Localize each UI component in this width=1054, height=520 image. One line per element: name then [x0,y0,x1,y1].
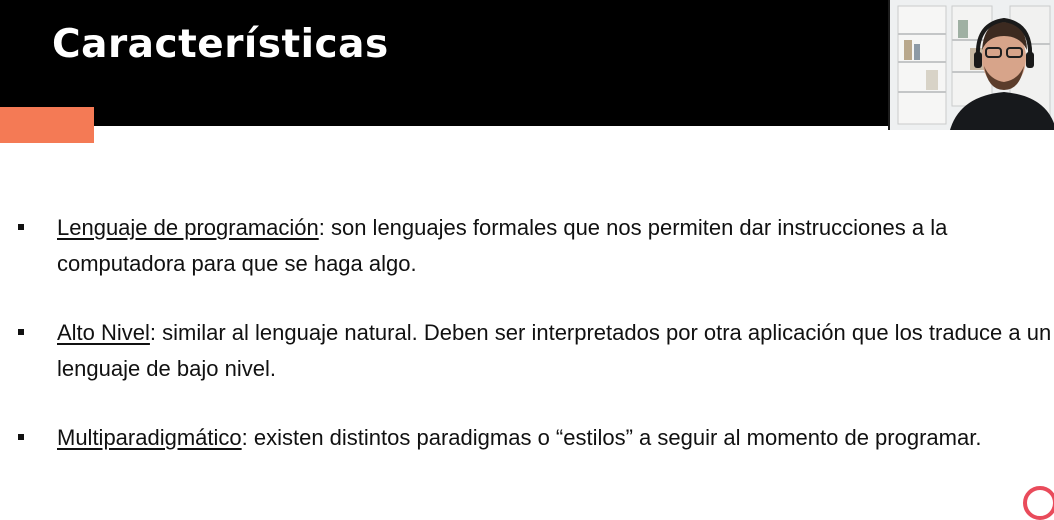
bullet-list: Lenguaje de programación: son lenguajes … [0,210,1054,489]
list-item: Alto Nivel: similar al lenguaje natural.… [0,315,1054,387]
square-bullet-icon [18,224,24,230]
square-bullet-icon [18,329,24,335]
slide-title: Características [52,22,389,67]
item-term: Alto Nivel [57,320,150,345]
square-bullet-icon [18,434,24,440]
slide-header-bar: Características [0,0,888,126]
item-description: : existen distintos paradigmas o “estilo… [241,425,982,450]
list-item: Multiparadigmático: existen distintos pa… [0,420,1054,456]
item-term: Lenguaje de programación [57,215,319,240]
list-item: Lenguaje de programación: son lenguajes … [0,210,1054,282]
item-description: : similar al lenguaje natural. Deben ser… [57,320,1052,381]
item-term: Multiparadigmático [57,425,242,450]
accent-block [0,107,94,143]
ring-logo-icon [1023,486,1054,520]
presenter-webcam-feed [888,0,1054,130]
